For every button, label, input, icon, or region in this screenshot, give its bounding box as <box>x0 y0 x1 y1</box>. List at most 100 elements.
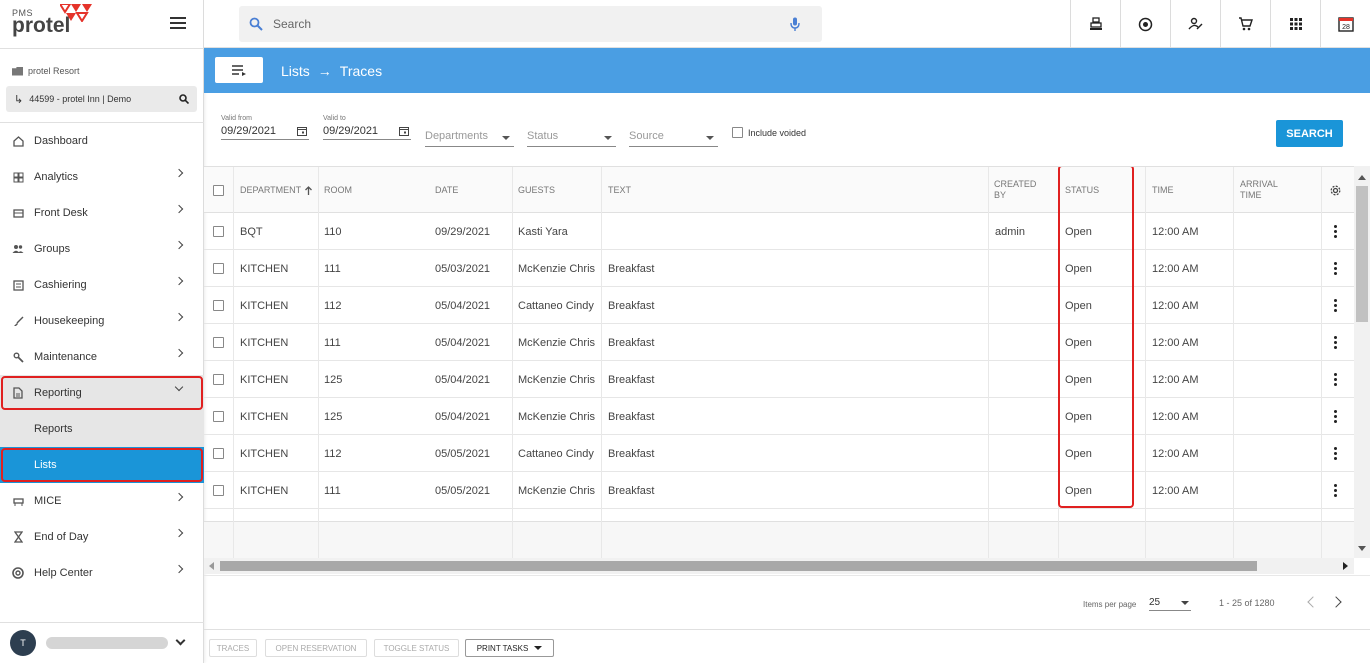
row-actions[interactable] <box>1334 287 1337 324</box>
source-select[interactable]: Source <box>629 130 718 147</box>
table-row[interactable]: BQT 110 09/29/2021 Kasti Yara admin Open 12:00… <box>204 213 1354 250</box>
nav-item-dashboard[interactable]: Dashboard <box>0 123 204 159</box>
valid-from-field[interactable]: Valid from 09/29/2021 <box>221 115 309 140</box>
more-vert-icon[interactable] <box>1334 410 1337 423</box>
nav-item-analytics[interactable]: Analytics <box>0 159 204 195</box>
table-row[interactable]: KITCHEN 125 05/04/2021 McKenzie Chris Breakf… <box>204 398 1354 435</box>
more-vert-icon[interactable] <box>1334 262 1337 275</box>
column-header-room[interactable]: ROOM <box>324 167 352 213</box>
table-row[interactable]: KITCHEN 125 05/04/2021 McKenzie Chris Breakf… <box>204 361 1354 398</box>
row-checkbox[interactable] <box>213 287 224 324</box>
global-search[interactable] <box>239 6 822 42</box>
column-header-time[interactable]: TIME <box>1152 167 1174 213</box>
row-checkbox[interactable] <box>213 213 224 250</box>
search-input[interactable] <box>273 17 763 31</box>
nav-item-groups[interactable]: Groups <box>0 231 204 267</box>
scroll-up-icon[interactable] <box>1358 175 1366 180</box>
nav-item-mice[interactable]: MICE <box>0 483 204 519</box>
filter-menu-button[interactable] <box>215 57 263 83</box>
logo[interactable]: PMS protel <box>12 4 92 36</box>
table-row[interactable]: KITCHEN 111 05/05/2021 McKenzie Chris Breakf… <box>204 472 1354 509</box>
column-header-date[interactable]: DATE <box>435 167 458 213</box>
row-checkbox[interactable] <box>213 398 224 435</box>
nav-item-reporting[interactable]: Reporting <box>0 375 204 411</box>
property-select[interactable]: ↳ 44599 - protel Inn | Demo <box>6 86 197 112</box>
row-checkbox[interactable] <box>213 361 224 398</box>
column-header-text[interactable]: TEXT <box>608 167 631 213</box>
row-actions[interactable] <box>1334 324 1337 361</box>
valid-to-field[interactable]: Valid to 09/29/2021 <box>323 115 411 140</box>
sign-icon[interactable] <box>1170 0 1220 48</box>
calendar-icon[interactable] <box>399 126 409 136</box>
more-vert-icon[interactable] <box>1334 299 1337 312</box>
previous-page-icon[interactable] <box>1307 596 1319 608</box>
scroll-down-icon[interactable] <box>1358 546 1366 551</box>
apps-icon[interactable] <box>1270 0 1320 48</box>
nav-item-maintenance[interactable]: Maintenance <box>0 339 204 375</box>
checkbox[interactable] <box>732 127 743 138</box>
more-vert-icon[interactable] <box>1334 225 1337 238</box>
row-actions[interactable] <box>1334 472 1337 509</box>
gear-icon[interactable] <box>1329 167 1342 213</box>
scroll-right-icon[interactable] <box>1343 562 1348 570</box>
more-vert-icon[interactable] <box>1334 373 1337 386</box>
cell-text: Breakfast <box>608 447 655 460</box>
toggle-status-button[interactable]: TOGGLE STATUS <box>374 639 459 657</box>
calendar-icon[interactable] <box>297 126 307 136</box>
hamburger-icon[interactable] <box>170 17 186 32</box>
row-actions[interactable] <box>1334 250 1337 287</box>
chevron-down-icon[interactable] <box>175 635 186 646</box>
search-button[interactable]: SEARCH <box>1276 120 1343 147</box>
column-header-arrival-time[interactable]: ARRIVAL TIME <box>1240 167 1278 213</box>
column-header-created-by[interactable]: CREATED BY <box>994 167 1036 213</box>
cart-icon[interactable] <box>1220 0 1270 48</box>
table-row[interactable]: KITCHEN 112 05/05/2021 Cattaneo Cindy Breakf… <box>204 435 1354 472</box>
traces-button[interactable]: TRACES <box>209 639 257 657</box>
nav-item-cashiering[interactable]: Cashiering <box>0 267 204 303</box>
scroll-left-icon[interactable] <box>209 562 214 570</box>
column-header-department[interactable]: DEPARTMENT <box>240 167 313 213</box>
table-row[interactable]: KITCHEN 111 05/03/2021 McKenzie Chris Breakf… <box>204 250 1354 287</box>
nav-item-front-desk[interactable]: Front Desk <box>0 195 204 231</box>
vertical-scrollbar[interactable] <box>1354 166 1370 558</box>
open-reservation-button[interactable]: OPEN RESERVATION <box>265 639 367 657</box>
nav-item-end-of-day[interactable]: End of Day <box>0 519 204 555</box>
include-voided-checkbox[interactable]: Include voided <box>732 127 806 138</box>
column-header-guests[interactable]: GUESTS <box>518 167 555 213</box>
row-checkbox[interactable] <box>213 472 224 509</box>
row-actions[interactable] <box>1334 435 1337 472</box>
scroll-thumb[interactable] <box>1356 186 1368 322</box>
scroll-thumb[interactable] <box>220 561 1257 571</box>
row-actions[interactable] <box>1334 213 1337 250</box>
record-icon[interactable] <box>1120 0 1170 48</box>
microphone-icon[interactable] <box>790 17 800 32</box>
departments-select[interactable]: Departments <box>425 130 514 147</box>
row-actions[interactable] <box>1334 361 1337 398</box>
select-all-checkbox[interactable] <box>213 167 224 213</box>
print-tasks-button[interactable]: PRINT TASKS <box>465 639 554 657</box>
calendar-icon[interactable]: 28 <box>1320 0 1370 48</box>
row-checkbox[interactable] <box>213 250 224 287</box>
table-row[interactable]: KITCHEN 111 05/04/2021 McKenzie Chris Breakf… <box>204 324 1354 361</box>
breadcrumb-lists[interactable]: Lists <box>281 63 310 79</box>
row-checkbox[interactable] <box>213 324 224 361</box>
table-row[interactable]: KITCHEN 112 05/04/2021 Cattaneo Cindy Breakf… <box>204 287 1354 324</box>
search-icon[interactable] <box>179 94 189 104</box>
nav-item-help-center[interactable]: Help Center <box>0 555 204 591</box>
nav-sub-reports[interactable]: Reports <box>0 411 204 447</box>
more-vert-icon[interactable] <box>1334 484 1337 497</box>
row-actions[interactable] <box>1334 398 1337 435</box>
more-vert-icon[interactable] <box>1334 336 1337 349</box>
cell-time: 12:00 AM <box>1152 262 1199 275</box>
more-vert-icon[interactable] <box>1334 447 1337 460</box>
nav-item-housekeeping[interactable]: Housekeeping <box>0 303 204 339</box>
user-menu[interactable]: T <box>0 622 204 663</box>
items-per-page-select[interactable]: 25 <box>1149 597 1191 611</box>
next-page-icon[interactable] <box>1330 596 1342 608</box>
column-header-status[interactable]: STATUS <box>1065 167 1099 213</box>
cashbox-icon[interactable] <box>1070 0 1120 48</box>
horizontal-scrollbar[interactable] <box>204 558 1354 574</box>
row-checkbox[interactable] <box>213 435 224 472</box>
nav-sub-lists[interactable]: Lists <box>0 447 204 483</box>
status-select[interactable]: Status <box>527 130 616 147</box>
